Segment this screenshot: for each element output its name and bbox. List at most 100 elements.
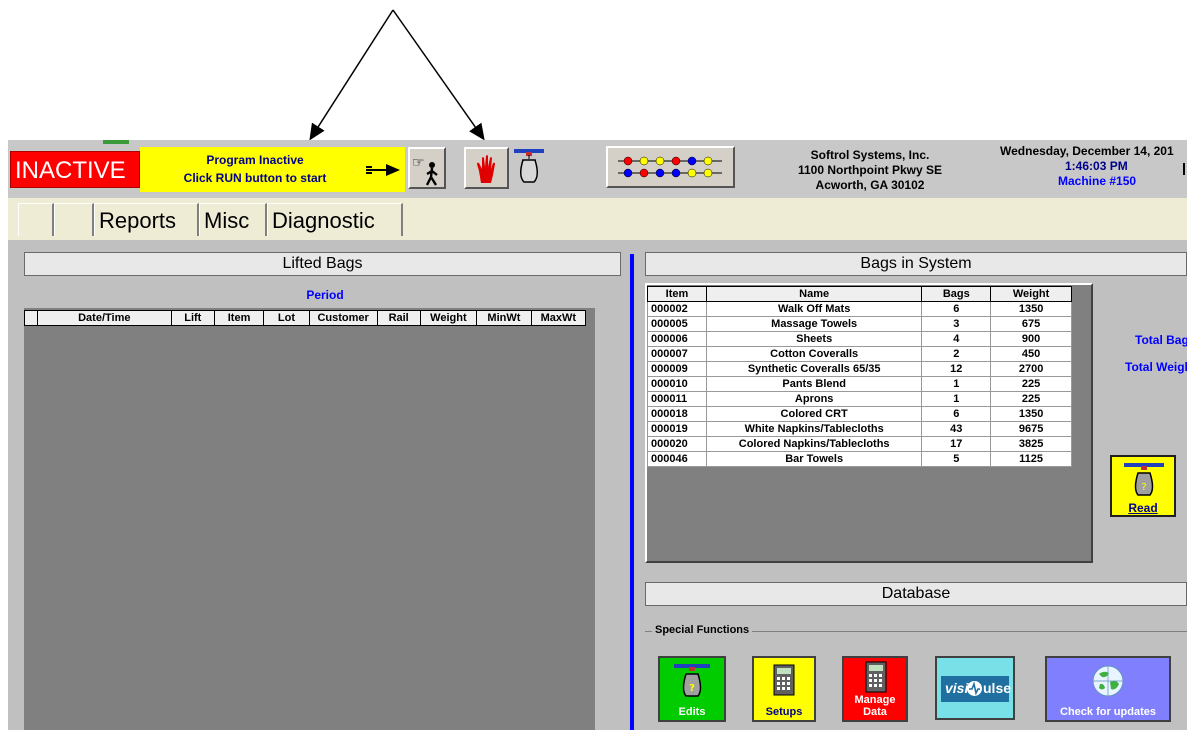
manage-data-button[interactable]: Manage Data <box>842 656 908 722</box>
visipulse-logo: visi ulse <box>941 676 1011 702</box>
bags-in-system-header: Bags in System <box>645 252 1187 276</box>
table-cell: Aprons <box>705 391 923 407</box>
pulse-icon <box>967 681 982 696</box>
table-cell: 225 <box>990 376 1072 392</box>
read-label: Read <box>1128 501 1158 515</box>
table-row[interactable]: 000007 Cotton Coveralls 2 450 <box>647 346 1072 362</box>
table-row[interactable]: 000009 Synthetic Coveralls 65/35 12 2700 <box>647 361 1072 377</box>
visipulse-button[interactable]: visi ulse <box>935 656 1015 720</box>
table-cell: 000020 <box>647 436 707 452</box>
setups-label: Setups <box>765 706 803 718</box>
table-cell: 000019 <box>647 421 707 437</box>
status-message: Program Inactive Click RUN button to sta… <box>140 147 405 192</box>
table-row[interactable]: 000046 Bar Towels 5 1125 <box>647 451 1072 467</box>
clock-cursor <box>1183 163 1185 175</box>
table-cell: 6 <box>921 406 992 422</box>
column-header[interactable]: MinWt <box>476 310 532 326</box>
table-cell: 225 <box>990 391 1072 407</box>
table-cell: 1350 <box>990 406 1072 422</box>
machine-label: Machine #150 <box>1058 174 1137 188</box>
table-cell: Sheets <box>705 331 923 347</box>
calculator-icon <box>773 664 795 696</box>
manage-data-label: Manage Data <box>844 694 906 718</box>
tab-blank-1[interactable] <box>18 203 54 236</box>
column-header[interactable]: Bags <box>921 286 992 302</box>
rail-status-button[interactable] <box>606 146 735 188</box>
table-cell: 000009 <box>647 361 707 377</box>
table-row[interactable]: 000006 Sheets 4 900 <box>647 331 1072 347</box>
arrow-right-icon <box>366 164 400 176</box>
database-header: Database <box>645 582 1187 606</box>
stop-hand-icon <box>477 155 495 183</box>
table-row[interactable]: 000010 Pants Blend 1 225 <box>647 376 1072 392</box>
read-button[interactable]: ? Read <box>1110 455 1176 517</box>
table-row[interactable]: 000002 Walk Off Mats 6 1350 <box>647 301 1072 317</box>
table-cell: 900 <box>990 331 1072 347</box>
column-header[interactable]: Date/Time <box>36 310 172 326</box>
column-header[interactable]: Item <box>213 310 265 326</box>
table-cell: 000002 <box>647 301 707 317</box>
run-button[interactable]: ☞ <box>408 147 446 189</box>
check-updates-button[interactable]: Check for updates <box>1045 656 1171 722</box>
table-cell: 1 <box>921 391 992 407</box>
lifted-bags-grid[interactable]: Date/Time Lift Item Lot Customer Rail We… <box>24 308 595 730</box>
status-badge: INACTIVE <box>10 151 140 188</box>
company-info: Softrol Systems, Inc. 1100 Northpoint Pk… <box>760 148 980 193</box>
column-header[interactable]: MaxWt <box>530 310 587 326</box>
table-cell: 000007 <box>647 346 707 362</box>
stop-button[interactable] <box>464 147 509 189</box>
table-cell: 1350 <box>990 301 1072 317</box>
svg-text:?: ? <box>1141 482 1146 493</box>
row-selector-header <box>24 310 38 326</box>
table-cell: 000018 <box>647 406 707 422</box>
column-header[interactable]: Name <box>705 286 923 302</box>
updates-label: Check for updates <box>1060 706 1156 718</box>
column-header[interactable]: Rail <box>376 310 421 326</box>
total-bags-label: Total Bag <box>1135 333 1187 347</box>
manage-label-line-2: Data <box>863 706 887 718</box>
table-row[interactable]: 000011 Aprons 1 225 <box>647 391 1072 407</box>
panel-divider <box>630 254 634 730</box>
table-cell: Synthetic Coveralls 65/35 <box>705 361 923 377</box>
visipulse-text-a: visi <box>945 680 969 696</box>
table-cell: 6 <box>921 301 992 317</box>
table-cell: 4 <box>921 331 992 347</box>
tab-misc[interactable]: Misc <box>199 203 267 236</box>
table-cell: 9675 <box>990 421 1072 437</box>
tab-reports[interactable]: Reports <box>94 203 199 236</box>
tab-diagnostic[interactable]: Diagnostic <box>267 203 403 236</box>
column-header[interactable]: Weight <box>419 310 478 326</box>
table-cell: Pants Blend <box>705 376 923 392</box>
column-header[interactable]: Customer <box>308 310 378 326</box>
table-row[interactable]: 000020 Colored Napkins/Tablecloths 17 3825 <box>647 436 1072 452</box>
setups-button[interactable]: Setups <box>752 656 816 722</box>
edits-button[interactable]: ? Edits <box>658 656 726 722</box>
status-line-2: Click RUN button to start <box>183 171 327 185</box>
clock-time: 1:46:03 PM <box>1065 159 1128 173</box>
table-row[interactable]: 000019 White Napkins/Tablecloths 43 9675 <box>647 421 1072 437</box>
company-name: Softrol Systems, Inc. <box>810 148 930 162</box>
column-header[interactable]: Weight <box>990 286 1072 302</box>
table-row[interactable]: 000018 Colored CRT 6 1350 <box>647 406 1072 422</box>
table-cell: 43 <box>921 421 992 437</box>
table-row[interactable]: 000005 Massage Towels 3 675 <box>647 316 1072 332</box>
table-cell: 000005 <box>647 316 707 332</box>
table-cell: 3825 <box>990 436 1072 452</box>
status-line-1: Program Inactive <box>206 153 304 167</box>
bags-in-system-grid[interactable]: Item Name Bags Weight 000002 Walk Off Mat… <box>645 283 1093 563</box>
column-header[interactable]: Lift <box>170 310 215 326</box>
column-header[interactable]: Item <box>647 286 707 302</box>
tab-blank-2[interactable] <box>54 203 94 236</box>
total-weight-label: Total Weigh <box>1125 360 1187 374</box>
column-header[interactable]: Lot <box>263 310 310 326</box>
table-cell: Colored Napkins/Tablecloths <box>705 436 923 452</box>
table-cell: 000010 <box>647 376 707 392</box>
table-cell: 000011 <box>647 391 707 407</box>
table-cell: 2700 <box>990 361 1072 377</box>
bag-icon <box>514 149 544 183</box>
table-cell: Walk Off Mats <box>705 301 923 317</box>
table-cell: Bar Towels <box>705 451 923 467</box>
table-cell: 3 <box>921 316 992 332</box>
table-cell: Massage Towels <box>705 316 923 332</box>
bag-icon: ? <box>1124 463 1164 496</box>
